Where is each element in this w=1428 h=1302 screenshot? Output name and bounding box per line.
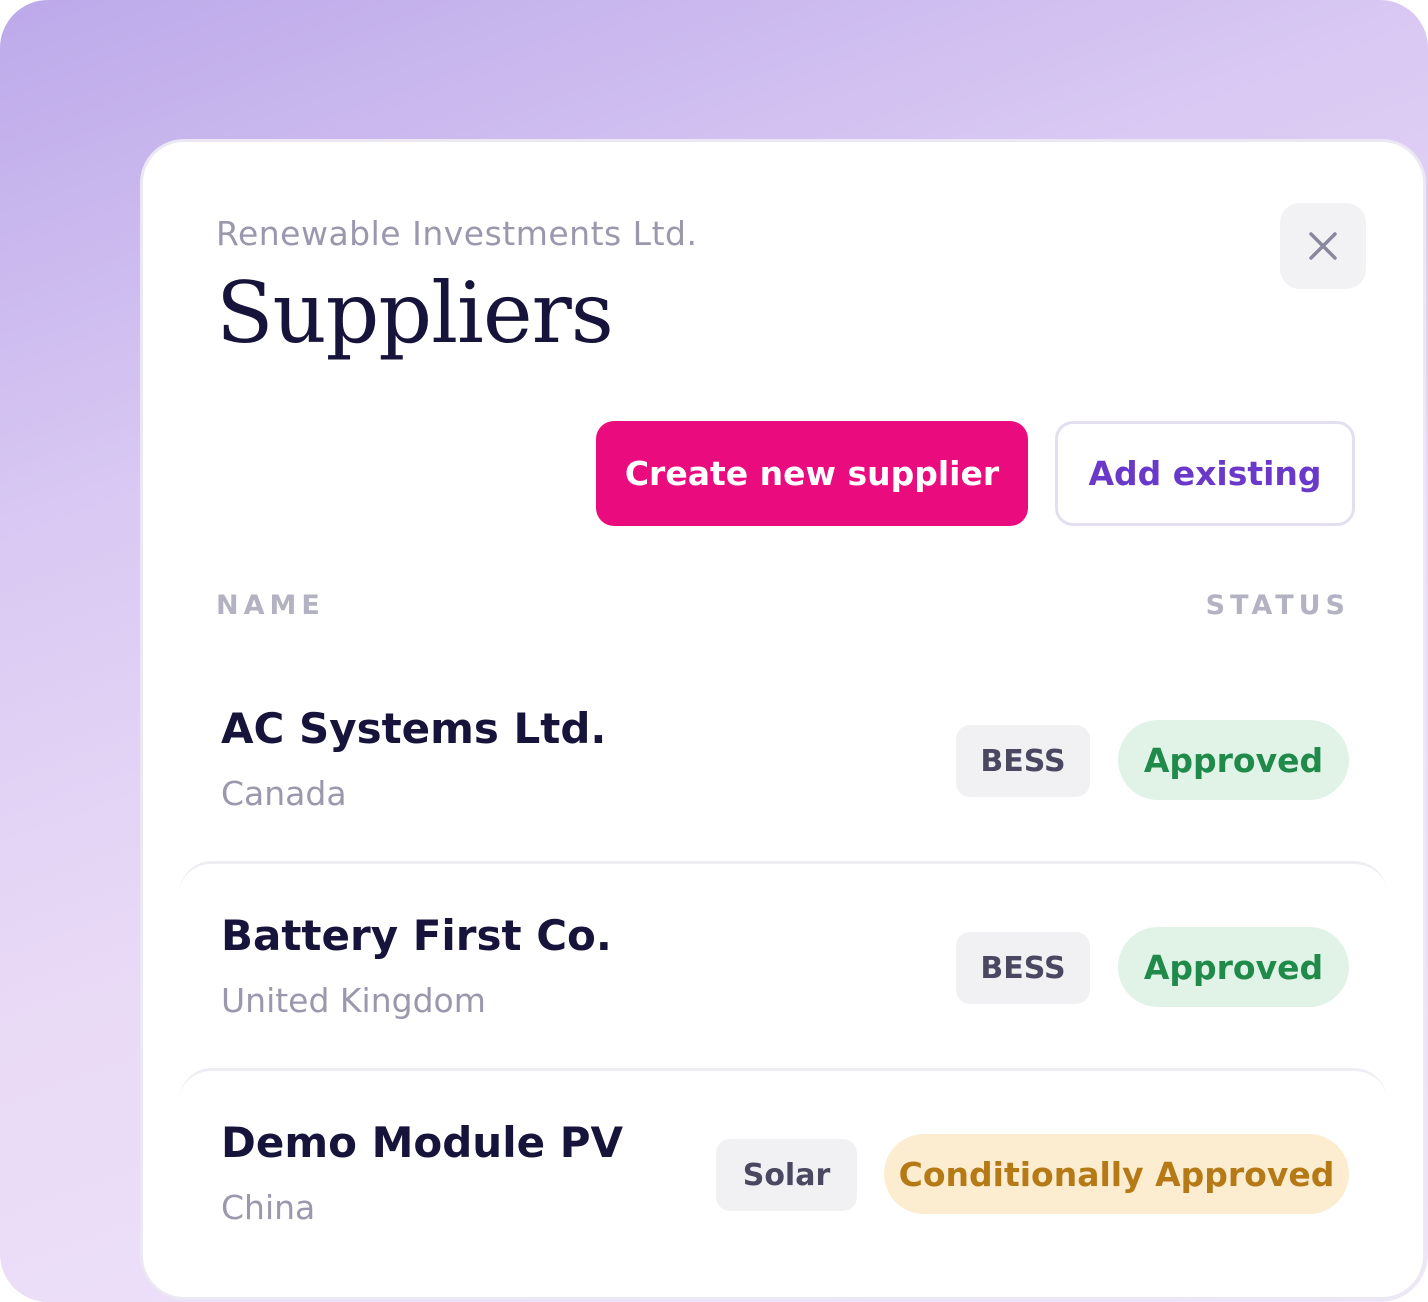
page-title: Suppliers <box>216 264 614 362</box>
column-header-name: NAME <box>216 590 325 621</box>
status-badge: Conditionally Approved <box>884 1134 1349 1214</box>
category-tag: BESS <box>956 932 1090 1004</box>
close-button[interactable] <box>1280 203 1366 289</box>
supplier-name: AC Systems Ltd. <box>221 704 607 753</box>
add-existing-button[interactable]: Add existing <box>1055 421 1355 526</box>
column-header-status: STATUS <box>1205 590 1350 621</box>
supplier-country: Canada <box>221 774 347 813</box>
table-row[interactable]: Battery First Co. United Kingdom BESS Ap… <box>143 861 1423 1061</box>
supplier-name: Battery First Co. <box>221 911 612 960</box>
table-row[interactable]: AC Systems Ltd. Canada BESS Approved <box>143 660 1423 860</box>
row-divider <box>179 861 1387 894</box>
supplier-country: United Kingdom <box>221 981 486 1020</box>
status-badge: Approved <box>1118 927 1349 1007</box>
close-icon <box>1309 232 1337 260</box>
supplier-name: Demo Module PV <box>221 1118 623 1167</box>
suppliers-modal: Renewable Investments Ltd. Suppliers Cre… <box>140 139 1426 1300</box>
category-tag: Solar <box>716 1139 857 1211</box>
row-divider <box>179 1068 1387 1101</box>
category-tag: BESS <box>956 725 1090 797</box>
create-new-supplier-button[interactable]: Create new supplier <box>596 421 1028 526</box>
table-row[interactable]: Demo Module PV China Solar Conditionally… <box>143 1068 1423 1268</box>
status-badge: Approved <box>1118 720 1349 800</box>
organization-name: Renewable Investments Ltd. <box>216 214 698 253</box>
supplier-country: China <box>221 1188 316 1227</box>
